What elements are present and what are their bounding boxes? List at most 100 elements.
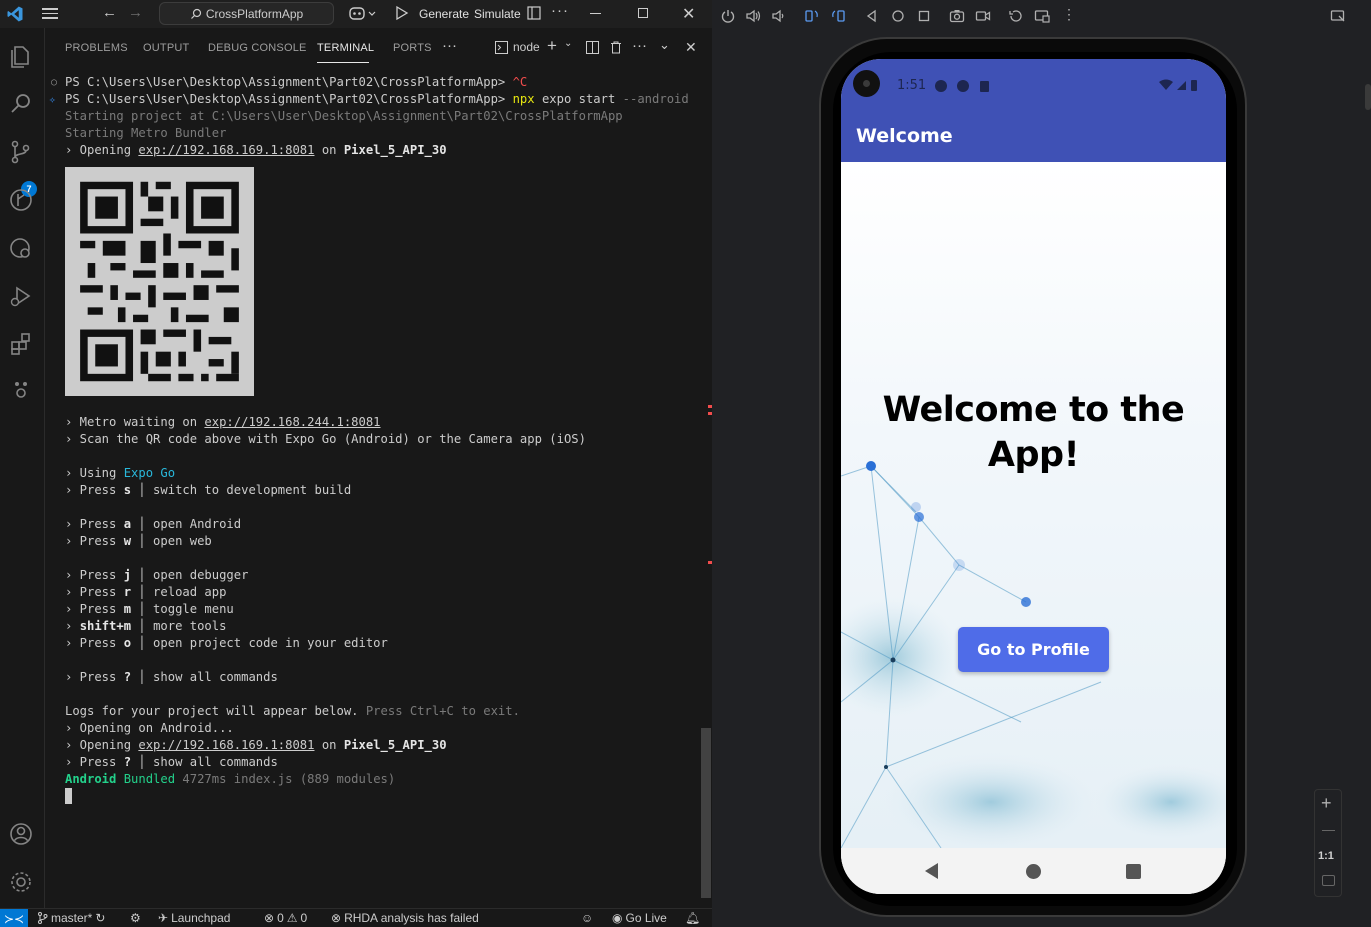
terminal-line: › Press ? │ show all commands (65, 754, 278, 771)
copilot-status-icon[interactable]: ☺ (581, 911, 593, 925)
back-arrow-icon[interactable]: ← (102, 4, 117, 21)
expo-url-link[interactable]: exp://192.168.169.1:8081 (138, 738, 314, 752)
rhda-status[interactable]: ⊗ RHDA analysis has failed (331, 911, 479, 925)
launchpad-status[interactable]: ✈ Launchpad (158, 911, 230, 925)
search-icon[interactable] (7, 90, 35, 118)
rotate-left-icon[interactable] (804, 8, 820, 24)
sparkle-icon[interactable]: ✧ (49, 91, 56, 108)
problems-status[interactable]: ⊗ 0 ⚠ 0 (264, 911, 307, 925)
remote-explorer-icon[interactable] (7, 234, 35, 262)
tab-problems[interactable]: PROBLEMS (65, 42, 128, 54)
terminal-line: › Press r │ reload app (65, 584, 226, 601)
nav-home-icon[interactable] (890, 8, 906, 24)
line-text: │ more tools (131, 619, 227, 633)
terminal-line: › Press w │ open web (65, 533, 212, 550)
more-tabs-icon[interactable]: ··· (442, 37, 457, 54)
sync-icon[interactable]: ↻ (95, 911, 105, 925)
more-actions-icon[interactable]: ··· (551, 2, 569, 19)
screenshot-icon[interactable] (949, 8, 965, 24)
zoom-in-icon[interactable]: + (1321, 793, 1332, 814)
zoom-actual-size-button[interactable]: 1:1 (1318, 850, 1334, 862)
phone-frame: 1:51 Welcome Welcome to the App! Go to P… (819, 37, 1247, 917)
line-text: │ reload app (131, 585, 227, 599)
terminal-output[interactable]: ○ PS C:\Users\User\Desktop\Assignment\Pa… (45, 72, 703, 908)
zoom-out-icon[interactable] (1322, 830, 1335, 831)
nav-back-icon[interactable] (864, 8, 880, 24)
nav-overview-icon[interactable] (916, 8, 932, 24)
metro-url-link[interactable]: exp://192.168.244.1:8081 (204, 415, 380, 429)
volume-up-icon[interactable] (745, 8, 761, 24)
forward-arrow-icon[interactable]: → (128, 4, 143, 21)
terminal-dropdown-icon[interactable]: ⌄ (564, 38, 572, 49)
header-title: Welcome (856, 125, 953, 147)
android-back-icon[interactable] (925, 863, 938, 879)
git-graph-icon[interactable] (7, 186, 35, 214)
expo-url-link[interactable]: exp://192.168.169.1:8081 (138, 143, 314, 157)
line-text: › Using (65, 466, 124, 480)
tab-debug-console[interactable]: DEBUG CONSOLE (208, 42, 307, 54)
warning-count: 0 (300, 911, 308, 925)
menu-icon[interactable] (40, 5, 60, 23)
panel-more-icon[interactable]: ··· (632, 37, 647, 54)
terminal-line: › Press s │ switch to development build (65, 482, 351, 499)
go-to-profile-button[interactable]: Go to Profile (958, 627, 1109, 672)
terminal-line: PS C:\Users\User\Desktop\Assignment\Part… (65, 91, 689, 108)
collapse-panel-icon[interactable]: ⌄ (659, 37, 670, 53)
emulator-scrollbar[interactable] (1365, 84, 1371, 110)
zoom-fit-icon[interactable] (1322, 875, 1335, 886)
generate-button[interactable]: Generate (419, 7, 469, 21)
snapshot-icon[interactable] (1008, 8, 1024, 24)
branch-status[interactable]: master* ↻ (37, 911, 105, 925)
close-panel-icon[interactable]: ✕ (685, 39, 697, 56)
key-hint: shift+m (79, 619, 132, 633)
android-recents-icon[interactable] (1126, 864, 1141, 879)
split-terminal-icon[interactable] (586, 41, 599, 54)
terminal-line: › Press ? │ show all commands (65, 669, 278, 686)
key-hint: ? (123, 670, 132, 684)
toggle-layout-icon[interactable] (527, 6, 541, 20)
line-text: │ open Android (131, 517, 242, 531)
maximize-icon[interactable] (638, 8, 648, 18)
explorer-icon[interactable] (7, 42, 35, 70)
copilot-icon[interactable] (348, 5, 378, 23)
run-icon[interactable] (395, 5, 409, 21)
line-text: │ show all commands (131, 670, 278, 684)
emulator-more-icon[interactable]: ⋮ (1062, 6, 1078, 22)
line-text: │ open debugger (131, 568, 249, 582)
power-icon[interactable] (720, 8, 736, 24)
close-window-icon[interactable]: ✕ (682, 4, 695, 24)
kill-terminal-icon[interactable] (610, 41, 622, 54)
notifications-icon[interactable]: 🔔︎ (685, 911, 700, 925)
simulate-button[interactable]: Simulate (474, 7, 521, 21)
go-live-status[interactable]: ◉ Go Live (612, 911, 667, 925)
run-debug-icon[interactable] (7, 282, 35, 310)
tab-ports[interactable]: PORTS (393, 42, 432, 54)
settings-gear-icon[interactable] (7, 868, 35, 896)
terminal-name[interactable]: node (513, 40, 540, 54)
remote-indicator-icon[interactable]: ≻≺ (0, 909, 28, 927)
terminal-line: › Using Expo Go (65, 465, 175, 482)
display-mode-icon[interactable] (1034, 8, 1050, 24)
screen-record-icon[interactable] (975, 8, 991, 24)
welcome-heading: Welcome to the App! (841, 388, 1226, 478)
line-text: › Press (65, 534, 124, 548)
copilot-chat-icon[interactable] (7, 374, 35, 402)
command-center-search[interactable]: CrossPlatformApp (159, 2, 334, 25)
git-graph-status-icon[interactable]: ⚙ (130, 911, 141, 925)
vscode-logo-icon[interactable] (6, 5, 24, 23)
phone-screen[interactable]: 1:51 Welcome Welcome to the App! Go to P… (841, 59, 1226, 894)
terminal-scrollbar[interactable] (701, 728, 711, 898)
accounts-icon[interactable] (7, 820, 35, 848)
mirror-device-icon[interactable] (1330, 8, 1346, 24)
source-control-icon[interactable] (7, 138, 35, 166)
volume-down-icon[interactable] (770, 8, 786, 24)
tab-output[interactable]: OUTPUT (143, 42, 189, 54)
wifi-signal-battery-icon (1159, 79, 1197, 91)
tab-terminal[interactable]: TERMINAL (317, 42, 374, 54)
new-terminal-icon[interactable]: + (547, 36, 557, 56)
rotate-right-icon[interactable] (830, 8, 846, 24)
minimize-icon[interactable] (590, 13, 601, 14)
android-home-icon[interactable] (1026, 864, 1041, 879)
command-decoration-icon[interactable]: ○ (51, 74, 57, 91)
extensions-icon[interactable] (7, 330, 35, 358)
